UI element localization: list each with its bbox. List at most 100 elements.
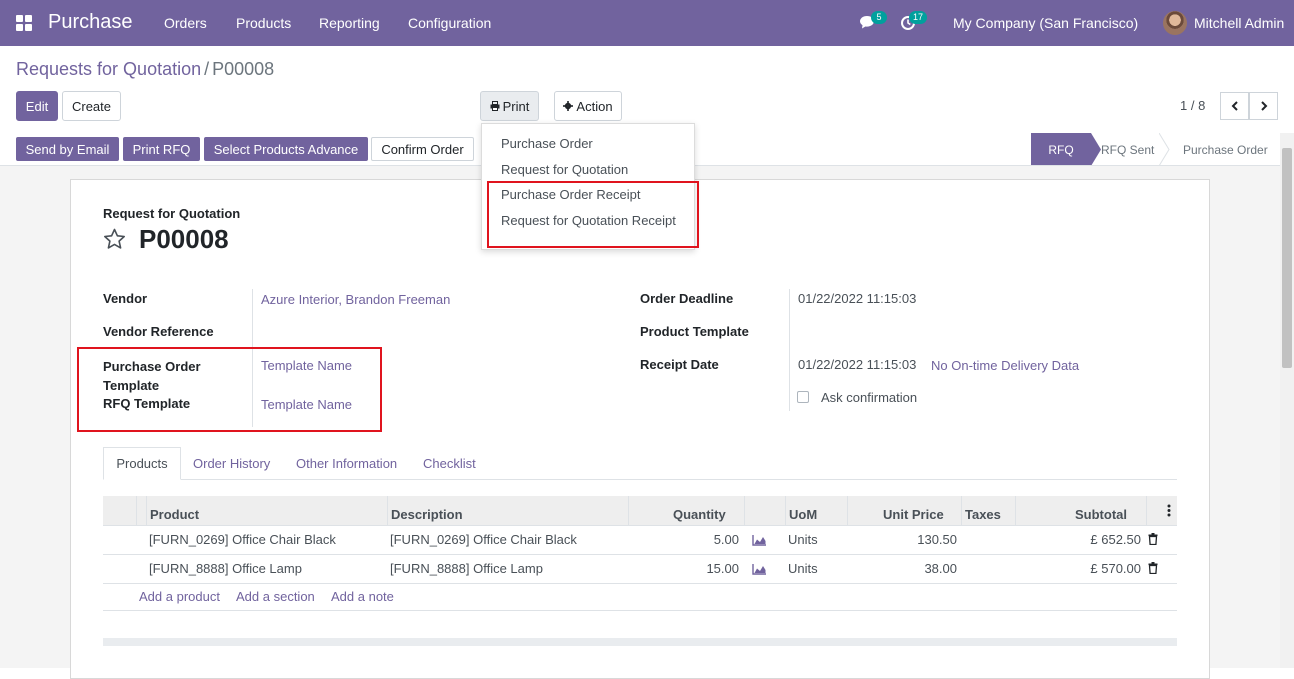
col-divider (628, 496, 629, 526)
vendor-field[interactable]: Azure Interior, Brandon Freeman (261, 292, 450, 307)
stage-rfq-sent[interactable]: RFQ Sent (1101, 133, 1154, 166)
add-note-link[interactable]: Add a note (331, 589, 394, 604)
stage-divider (1159, 133, 1170, 166)
pager-previous-button[interactable] (1220, 92, 1249, 120)
col-divider (744, 496, 745, 526)
trash-icon[interactable] (1148, 562, 1158, 574)
user-menu[interactable]: Mitchell Admin (1194, 15, 1284, 31)
product-template-label: Product Template (640, 324, 749, 339)
receipt-date-label: Receipt Date (640, 357, 719, 372)
row1-description[interactable]: [FURN_0269] Office Chair Black (390, 532, 577, 547)
order-deadline-label: Order Deadline (640, 291, 734, 306)
company-switcher[interactable]: My Company (San Francisco) (953, 15, 1138, 31)
print-rfq-button[interactable]: Print RFQ (123, 137, 200, 161)
tab-other-information[interactable]: Other Information (296, 456, 397, 471)
tab-order-history[interactable]: Order History (193, 456, 270, 471)
column-unit-price[interactable]: Unit Price (883, 507, 944, 522)
ask-confirmation-checkbox[interactable] (797, 391, 809, 403)
user-avatar[interactable] (1163, 11, 1187, 35)
tabs-divider (103, 479, 1177, 480)
row2-uom[interactable]: Units (788, 561, 818, 576)
pager-next-button[interactable] (1249, 92, 1278, 120)
col-divider (136, 496, 137, 526)
column-description[interactable]: Description (391, 507, 463, 522)
col-divider (1015, 496, 1016, 526)
menu-products[interactable]: Products (236, 15, 291, 31)
right-group-divider (789, 289, 790, 411)
create-button[interactable]: Create (62, 91, 121, 121)
receipt-date-field[interactable]: 01/22/2022 11:15:03 (798, 357, 916, 372)
action-button[interactable]: Action (554, 91, 622, 121)
column-quantity[interactable]: Quantity (673, 507, 726, 522)
row2-quantity[interactable]: 15.00 (628, 561, 739, 576)
column-subtotal[interactable]: Subtotal (1075, 507, 1127, 522)
highlight-receipt-reports (487, 181, 699, 248)
forecast-chart-icon[interactable] (752, 563, 767, 575)
forecast-chart-icon[interactable] (752, 534, 767, 546)
tab-checklist[interactable]: Checklist (423, 456, 476, 471)
print-purchase-order[interactable]: Purchase Order (501, 136, 593, 151)
stage-arrow (1091, 133, 1101, 166)
breadcrumb-parent[interactable]: Requests for Quotation (16, 59, 201, 79)
stage-rfq[interactable]: RFQ (1031, 133, 1091, 166)
scrollbar-thumb[interactable] (1282, 148, 1292, 368)
activity-count-badge: 17 (909, 11, 928, 24)
row1-uom[interactable]: Units (788, 532, 818, 547)
add-section-link[interactable]: Add a section (236, 589, 315, 604)
menu-reporting[interactable]: Reporting (319, 15, 380, 31)
app-name[interactable]: Purchase (48, 11, 133, 34)
row1-unit-price[interactable]: 130.50 (847, 532, 957, 547)
col-divider (1146, 496, 1147, 526)
top-navbar: Purchase Orders Products Reporting Confi… (0, 0, 1294, 46)
row2-product[interactable]: [FURN_8888] Office Lamp (149, 561, 302, 576)
row-divider (103, 583, 1177, 584)
send-by-email-button[interactable]: Send by Email (16, 137, 119, 161)
edit-button[interactable]: Edit (16, 91, 58, 121)
printer-icon (490, 101, 500, 111)
menu-orders[interactable]: Orders (164, 15, 207, 31)
col-divider (961, 496, 962, 526)
table-footer-bar (103, 638, 1177, 646)
print-label: Print (502, 98, 530, 114)
highlight-template-fields (77, 347, 382, 432)
chat-count-badge: 5 (871, 11, 887, 24)
column-uom[interactable]: UoM (789, 507, 817, 522)
gear-icon (563, 101, 574, 111)
ask-confirmation-label: Ask confirmation (821, 390, 918, 405)
optional-columns-icon[interactable] (1167, 504, 1171, 517)
chevron-right-icon (1260, 101, 1267, 111)
row1-quantity[interactable]: 5.00 (628, 532, 739, 547)
pager-value[interactable]: 1 / 8 (1180, 98, 1205, 113)
record-name: P00008 (139, 224, 229, 254)
star-icon[interactable] (102, 227, 127, 251)
col-divider (146, 496, 147, 526)
app-grid-icon[interactable] (16, 15, 32, 31)
tab-products[interactable]: Products (103, 447, 181, 480)
doc-type-label: Request for Quotation (103, 206, 241, 221)
confirm-order-button[interactable]: Confirm Order (371, 137, 474, 161)
column-product[interactable]: Product (150, 507, 199, 522)
select-products-advance-button[interactable]: Select Products Advance (204, 137, 368, 161)
add-product-link[interactable]: Add a product (139, 589, 220, 604)
col-divider (847, 496, 848, 526)
row2-description[interactable]: [FURN_8888] Office Lamp (390, 561, 543, 576)
breadcrumb-current: P00008 (212, 59, 275, 79)
stage-purchase-order[interactable]: Purchase Order (1183, 133, 1268, 166)
order-deadline-field[interactable]: 01/22/2022 11:15:03 (798, 291, 916, 306)
row2-unit-price[interactable]: 38.00 (847, 561, 957, 576)
ontime-delivery-link[interactable]: No On-time Delivery Data (931, 358, 1079, 373)
print-request-for-quotation[interactable]: Request for Quotation (501, 162, 628, 177)
col-divider (785, 496, 786, 526)
row1-product[interactable]: [FURN_0269] Office Chair Black (149, 532, 336, 547)
column-taxes[interactable]: Taxes (965, 507, 1001, 522)
chevron-left-icon (1231, 101, 1238, 111)
menu-configuration[interactable]: Configuration (408, 15, 491, 31)
breadcrumb-separator: / (204, 59, 210, 79)
action-label: Action (576, 98, 613, 114)
breadcrumb: Requests for Quotation / P00008 (16, 59, 274, 80)
row-divider (103, 610, 1177, 611)
col-divider (387, 496, 388, 526)
row1-subtotal: £ 652.50 (1090, 532, 1141, 547)
trash-icon[interactable] (1148, 533, 1158, 545)
print-button[interactable]: Print (480, 91, 539, 121)
